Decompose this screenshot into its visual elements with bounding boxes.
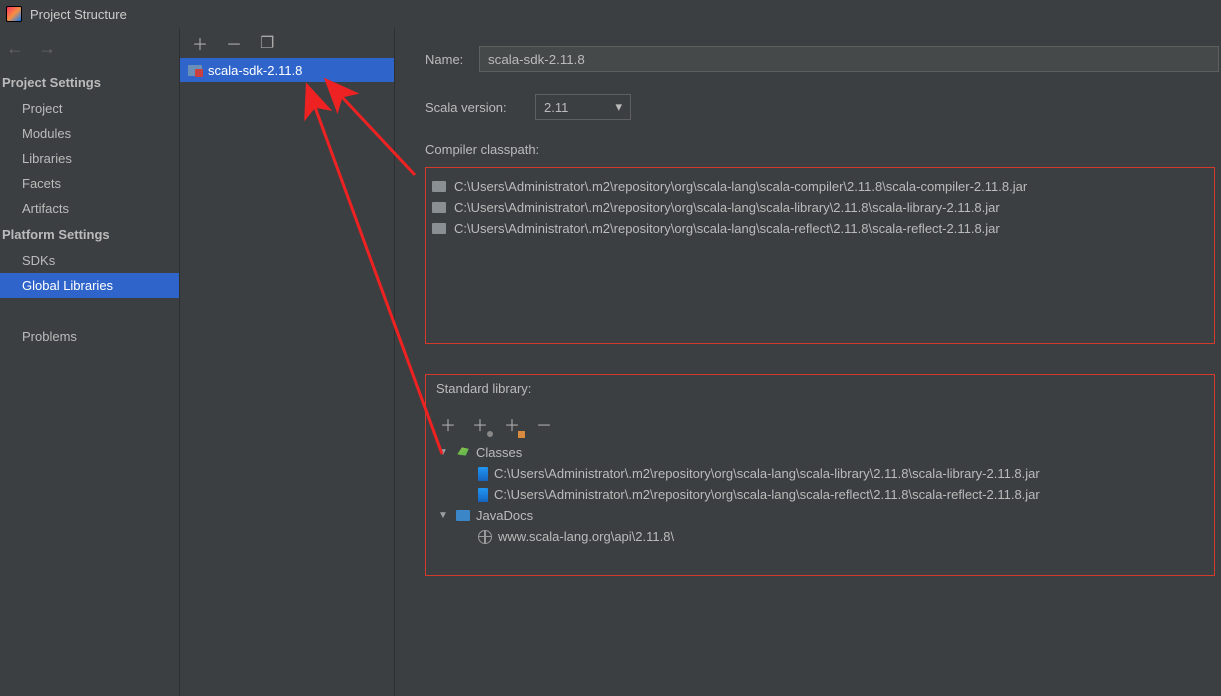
- sidebar-item-libraries[interactable]: Libraries: [0, 146, 179, 171]
- standard-library-box: Standard library: ＋ ＋ ＋ － ▼ Classes C:\U…: [425, 374, 1215, 576]
- section-project-settings: Project Settings: [0, 69, 179, 96]
- library-item-scala-sdk[interactable]: scala-sdk-2.11.8: [180, 58, 394, 82]
- sidebar-item-modules[interactable]: Modules: [0, 121, 179, 146]
- scala-version-label: Scala version:: [425, 100, 535, 115]
- folder-icon: [432, 223, 446, 234]
- title-bar: Project Structure: [0, 0, 1221, 28]
- classes-path-entry[interactable]: C:\Users\Administrator\.m2\repository\or…: [432, 484, 1208, 505]
- scala-version-dropdown[interactable]: 2.11 ▾: [535, 94, 631, 120]
- library-list-toolbar: ＋ － ❐: [180, 28, 394, 58]
- compiler-classpath-box: C:\Users\Administrator\.m2\repository\or…: [425, 167, 1215, 344]
- library-item-label: scala-sdk-2.11.8: [208, 63, 302, 78]
- add-icon[interactable]: ＋: [440, 412, 456, 436]
- folder-icon: [432, 202, 446, 213]
- standard-library-label: Standard library:: [432, 381, 1208, 396]
- remove-icon[interactable]: －: [536, 412, 552, 436]
- folder-icon: [432, 181, 446, 192]
- sidebar-item-sdks[interactable]: SDKs: [0, 248, 179, 273]
- classpath-entry[interactable]: C:\Users\Administrator\.m2\repository\or…: [426, 218, 1214, 239]
- classpath-entry[interactable]: C:\Users\Administrator\.m2\repository\or…: [426, 176, 1214, 197]
- nav-forward-icon[interactable]: →: [38, 38, 56, 59]
- add-icon[interactable]: ＋: [192, 31, 208, 55]
- add-orange-icon[interactable]: ＋: [504, 412, 520, 436]
- sidebar-item-artifacts[interactable]: Artifacts: [0, 196, 179, 221]
- classpath-entry[interactable]: C:\Users\Administrator\.m2\repository\or…: [426, 197, 1214, 218]
- app-icon: [6, 6, 22, 22]
- remove-icon[interactable]: －: [226, 31, 242, 55]
- add-with-dot-icon[interactable]: ＋: [472, 412, 488, 436]
- name-input[interactable]: [479, 46, 1219, 72]
- jar-icon: [478, 467, 488, 481]
- tree-node-classes[interactable]: ▼ Classes: [432, 442, 1208, 463]
- sidebar-item-facets[interactable]: Facets: [0, 171, 179, 196]
- sidebar-item-global-libraries[interactable]: Global Libraries: [0, 273, 179, 298]
- classes-path-entry[interactable]: C:\Users\Administrator\.m2\repository\or…: [432, 463, 1208, 484]
- scala-version-value: 2.11: [544, 100, 568, 115]
- expand-icon[interactable]: ▼: [438, 510, 450, 521]
- tree-node-javadocs[interactable]: ▼ JavaDocs: [432, 505, 1208, 526]
- compiler-classpath-label: Compiler classpath:: [425, 142, 1221, 157]
- stdlib-toolbar: ＋ ＋ ＋ －: [432, 406, 1208, 442]
- name-label: Name:: [425, 52, 479, 67]
- jar-icon: [478, 488, 488, 502]
- javadocs-folder-icon: [456, 510, 470, 521]
- javadocs-path-entry[interactable]: www.scala-lang.org\api\2.11.8\: [432, 526, 1208, 547]
- window-title: Project Structure: [30, 7, 127, 22]
- expand-icon[interactable]: ▼: [438, 447, 450, 458]
- globe-icon: [478, 530, 492, 544]
- chevron-down-icon: ▾: [615, 99, 622, 115]
- library-list-panel: ＋ － ❐ scala-sdk-2.11.8: [180, 28, 395, 696]
- sidebar-item-project[interactable]: Project: [0, 96, 179, 121]
- nav-back-icon[interactable]: ←: [6, 38, 24, 59]
- scala-folder-icon: [188, 65, 202, 76]
- sidebar-item-problems[interactable]: Problems: [0, 324, 179, 349]
- copy-icon[interactable]: ❐: [260, 33, 274, 53]
- classes-icon: [454, 443, 473, 462]
- settings-sidebar: ← → Project Settings Project Modules Lib…: [0, 28, 180, 696]
- section-platform-settings: Platform Settings: [0, 221, 179, 248]
- library-details-panel: Name: Scala version: 2.11 ▾ Compiler cla…: [395, 28, 1221, 696]
